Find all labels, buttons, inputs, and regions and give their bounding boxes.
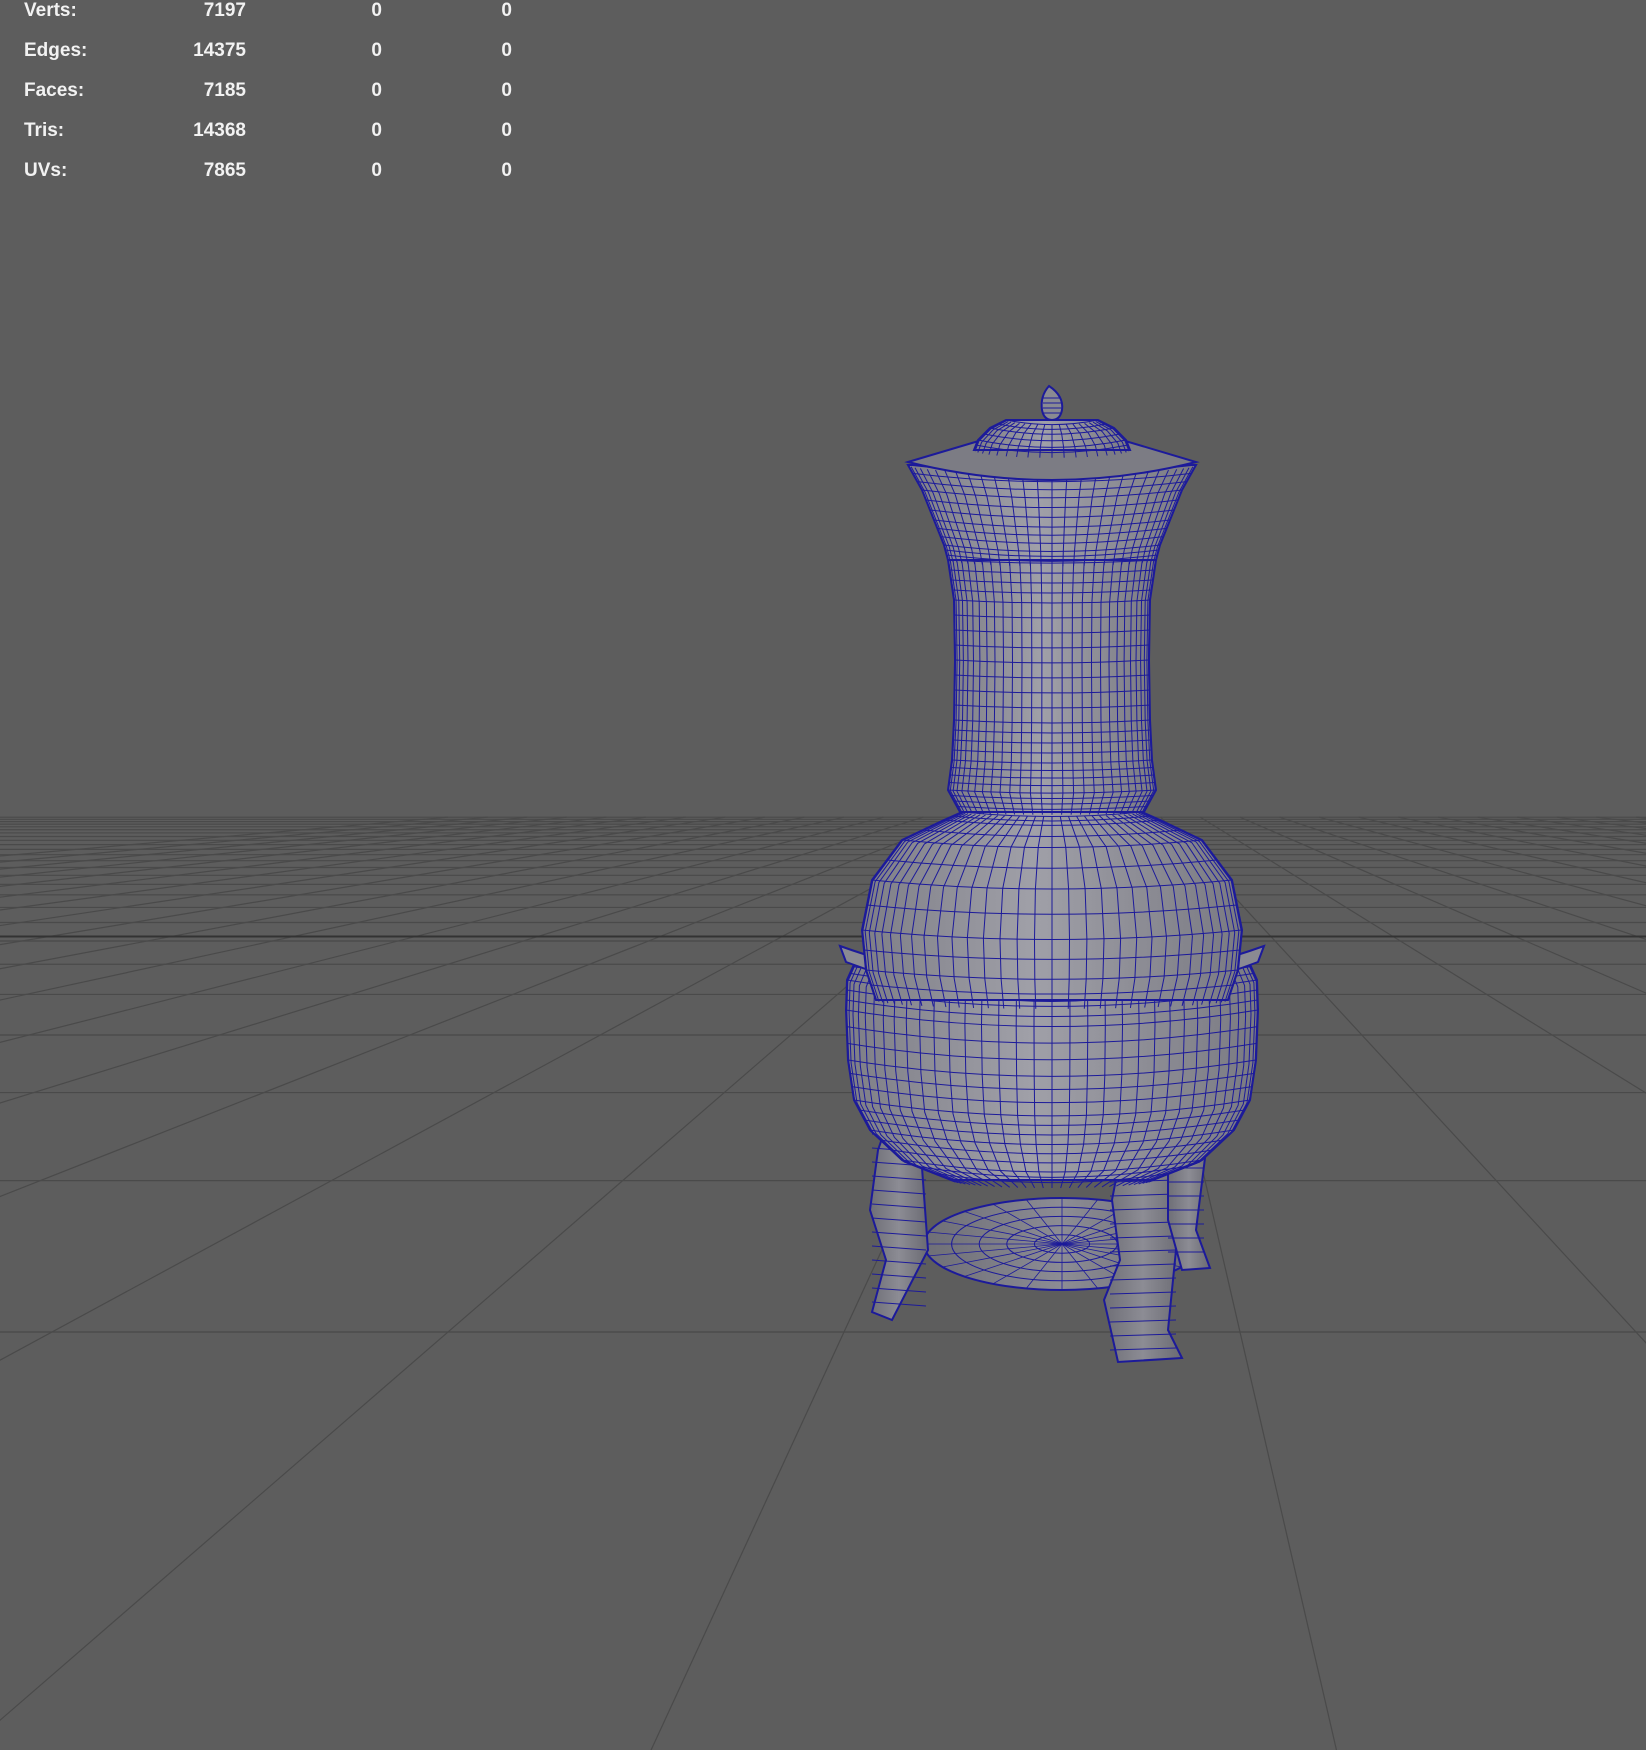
stat-label: Edges: bbox=[24, 40, 88, 61]
stat-extra: 0 bbox=[501, 80, 512, 101]
grid-line bbox=[1437, 816, 1646, 854]
stat-total: 7197 bbox=[203, 0, 246, 21]
stat-selected: 0 bbox=[371, 0, 382, 21]
lid-dome bbox=[972, 419, 1132, 458]
stat-total: 14375 bbox=[193, 40, 246, 61]
grid-line bbox=[0, 816, 765, 946]
grid-line bbox=[0, 816, 488, 863]
body-neck bbox=[946, 559, 1158, 815]
stat-label: Tris: bbox=[24, 120, 65, 141]
stat-label: Verts: bbox=[24, 0, 77, 21]
grid-line bbox=[1358, 816, 1646, 884]
stat-row-uvs: UVs: 7865 0 0 bbox=[0, 160, 540, 200]
stat-total: 7185 bbox=[203, 80, 246, 101]
grid-line bbox=[0, 816, 805, 970]
stat-extra: 0 bbox=[501, 160, 512, 181]
stat-selected: 0 bbox=[371, 40, 382, 61]
grid-line bbox=[1398, 816, 1646, 867]
stat-selected: 0 bbox=[371, 120, 382, 141]
grid-line bbox=[0, 816, 567, 878]
grid-line bbox=[1239, 816, 1646, 994]
grid-line bbox=[1200, 816, 1646, 1094]
grid-line bbox=[0, 816, 607, 887]
grid-line bbox=[1517, 816, 1646, 836]
stat-label: UVs: bbox=[24, 160, 68, 181]
stat-extra: 0 bbox=[501, 120, 512, 141]
stat-total: 7865 bbox=[203, 160, 246, 181]
grid-line bbox=[1635, 816, 1646, 819]
stat-selected: 0 bbox=[371, 80, 382, 101]
grid-line bbox=[0, 816, 726, 927]
grid-line bbox=[0, 816, 647, 898]
stat-total: 14368 bbox=[193, 120, 246, 141]
samovar-mesh[interactable] bbox=[838, 384, 1266, 1364]
grid-line bbox=[1556, 816, 1646, 830]
stat-row-edges: Edges: 14375 0 0 bbox=[0, 40, 540, 80]
stat-row-faces: Faces: 7185 0 0 bbox=[0, 80, 540, 120]
stat-extra: 0 bbox=[501, 40, 512, 61]
lid-knob bbox=[1040, 384, 1064, 422]
stat-label: Faces: bbox=[24, 80, 85, 101]
grid-line bbox=[0, 816, 528, 870]
stat-selected: 0 bbox=[371, 160, 382, 181]
grid-line bbox=[0, 816, 449, 857]
stat-extra: 0 bbox=[501, 0, 512, 21]
poly-count-hud: Verts: 7197 0 0 Edges: 14375 0 0 Faces: … bbox=[0, 0, 540, 200]
stat-row-tris: Tris: 14368 0 0 bbox=[0, 120, 540, 160]
grid-line bbox=[0, 816, 924, 1104]
grid-line bbox=[0, 816, 686, 911]
grid-line bbox=[0, 816, 884, 1044]
body-bulb bbox=[860, 811, 1244, 1009]
ground-grid bbox=[0, 816, 1646, 1750]
3d-viewport[interactable] bbox=[0, 0, 1646, 1750]
stat-row-verts: Verts: 7197 0 0 bbox=[0, 0, 540, 40]
grid-line bbox=[0, 816, 964, 1198]
grid-line bbox=[1596, 816, 1646, 824]
grid-line bbox=[1319, 816, 1646, 907]
